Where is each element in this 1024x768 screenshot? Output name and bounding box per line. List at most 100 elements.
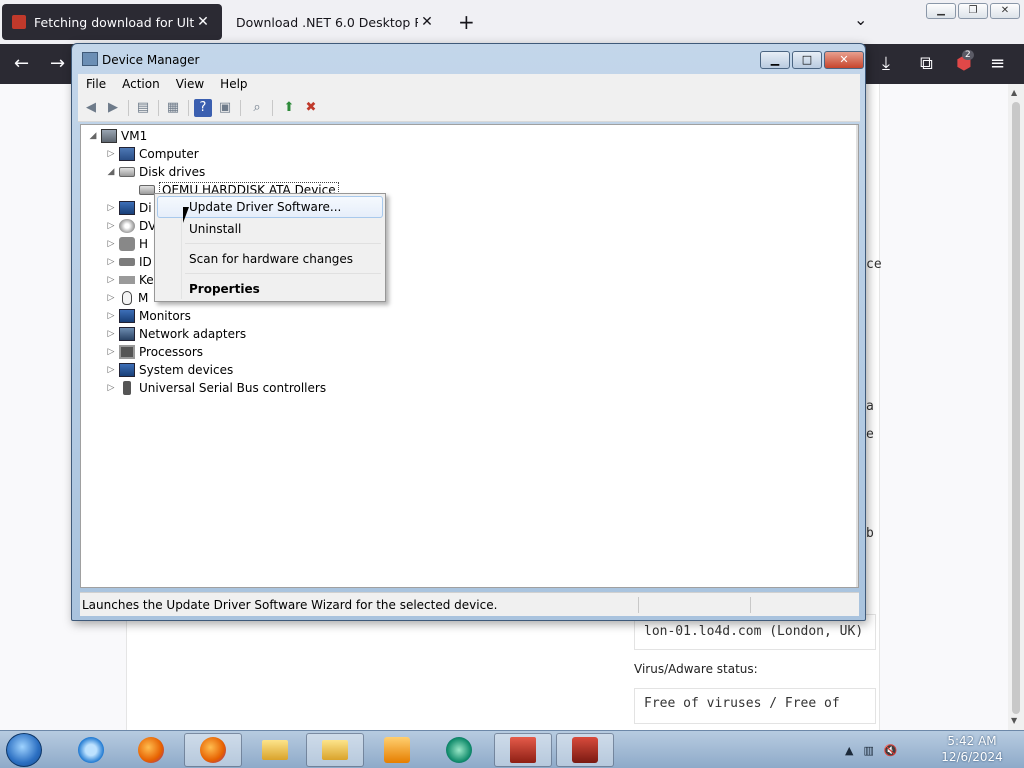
menu-item-properties[interactable]: Properties xyxy=(157,278,383,300)
tab-label: Fetching download for UltraUXThemePatche… xyxy=(34,14,194,30)
taskbar-internet-explorer[interactable] xyxy=(62,733,120,767)
uninstall-icon[interactable]: ✖ xyxy=(302,99,320,117)
menu-help[interactable]: Help xyxy=(212,77,255,91)
list-all-tabs-icon[interactable]: ⌄ xyxy=(854,10,867,29)
expand-arrow-icon[interactable]: ▷ xyxy=(105,239,117,249)
collapse-arrow-icon[interactable]: ◢ xyxy=(87,131,99,141)
taskbar-file-explorer[interactable] xyxy=(246,733,304,767)
expand-arrow-icon[interactable]: ▷ xyxy=(105,275,117,285)
menu-action[interactable]: Action xyxy=(114,77,168,91)
volume-muted-icon[interactable]: 🔇 xyxy=(884,744,898,757)
scrollbar-thumb[interactable] xyxy=(1012,102,1020,714)
usb-icon xyxy=(123,381,131,395)
tree-item-dvd-drives[interactable]: ▷ DV xyxy=(105,217,156,235)
show-hidden-icons-icon[interactable]: ▲ xyxy=(845,744,853,757)
expand-arrow-icon[interactable]: ▷ xyxy=(105,311,117,321)
menu-separator xyxy=(185,243,381,244)
tree-root[interactable]: ◢ VM1 xyxy=(87,127,147,145)
status-text: Launches the Update Driver Software Wiza… xyxy=(82,597,498,612)
app-menu-icon[interactable]: ≡ xyxy=(990,53,1005,74)
device-manager-icon xyxy=(82,52,98,66)
folder-icon xyxy=(322,740,348,760)
browser-close-button[interactable]: ✕ xyxy=(990,3,1020,19)
update-driver-icon[interactable]: ⬆ xyxy=(280,99,298,117)
expand-arrow-icon[interactable]: ▷ xyxy=(105,149,117,159)
clock-time: 5:42 AM xyxy=(947,734,997,748)
tree-item-display-adapters[interactable]: ▷ Di xyxy=(105,199,152,217)
downloads-icon[interactable]: ⤓ xyxy=(882,53,890,74)
expand-arrow-icon[interactable]: ▷ xyxy=(105,329,117,339)
start-button[interactable] xyxy=(6,733,42,767)
taskbar-toolbox[interactable] xyxy=(556,733,614,767)
tree-item-computer[interactable]: ▷ Computer xyxy=(105,145,199,163)
tree-item-label: Di xyxy=(139,201,152,215)
menu-item-scan-hardware[interactable]: Scan for hardware changes xyxy=(157,248,383,270)
taskbar-firefox[interactable] xyxy=(122,733,180,767)
forward-icon[interactable]: ▶ xyxy=(104,99,122,117)
back-arrow-icon[interactable]: ← xyxy=(14,53,29,74)
tree-item-label: H xyxy=(139,237,149,251)
expand-arrow-icon[interactable]: ▷ xyxy=(105,221,117,231)
expand-arrow-icon[interactable]: ▷ xyxy=(105,293,117,303)
tree-item-processors[interactable]: ▷ Processors xyxy=(105,343,203,361)
tree-item-label: Processors xyxy=(139,345,204,359)
tab-dotnet-download[interactable]: Download .NET 6.0 Desktop Runtime ✕ xyxy=(226,4,446,40)
expand-arrow-icon[interactable]: ▷ xyxy=(105,257,117,267)
forward-arrow-icon[interactable]: → xyxy=(50,53,65,74)
close-tab-icon[interactable]: ✕ xyxy=(418,14,436,30)
taskbar-device-manager[interactable] xyxy=(494,733,552,767)
clock[interactable]: 5:42 AM 12/6/2024 xyxy=(932,733,1012,765)
tab-fetching-download[interactable]: Fetching download for UltraUXThemePatche… xyxy=(2,4,222,40)
display-adapter-icon xyxy=(119,201,135,215)
browser-restore-button[interactable]: ❐ xyxy=(958,3,988,19)
scroll-down-icon[interactable]: ▼ xyxy=(1011,716,1017,725)
keyboard-icon xyxy=(119,276,135,284)
maximize-button[interactable]: □ xyxy=(792,51,822,69)
toolbar: ◀ ▶ ▤ ▦ ? ▣ ⌕ ⬆ ✖ xyxy=(78,94,860,122)
taskbar-media-player[interactable] xyxy=(368,733,426,767)
monitor-icon xyxy=(119,309,135,323)
expand-arrow-icon[interactable]: ▷ xyxy=(105,347,117,357)
page-scrollbar[interactable]: ▲ ▼ xyxy=(1008,84,1024,730)
expand-arrow-icon[interactable]: ▷ xyxy=(105,383,117,393)
network-icon[interactable]: ▥ xyxy=(863,744,873,757)
menu-file[interactable]: File xyxy=(78,77,114,91)
tree-item-mice[interactable]: ▷ M xyxy=(105,289,148,307)
dm-title-bar[interactable]: Device Manager ▁ □ ✕ xyxy=(72,44,865,74)
tree-scroll-edge xyxy=(856,125,858,587)
close-tab-icon[interactable]: ✕ xyxy=(194,14,212,30)
browser-minimize-button[interactable]: ▁ xyxy=(926,3,956,19)
tree-item-network-adapters[interactable]: ▷ Network adapters xyxy=(105,325,246,343)
tree-item-hid[interactable]: ▷ H xyxy=(105,235,148,253)
minimize-button[interactable]: ▁ xyxy=(760,51,790,69)
browser-tab-bar: Fetching download for UltraUXThemePatche… xyxy=(0,0,1024,44)
show-hide-console-tree-icon[interactable]: ▤ xyxy=(134,99,152,117)
tree-item-keyboards[interactable]: ▷ Ke xyxy=(105,271,154,289)
toolbox-icon xyxy=(572,737,598,763)
action-pane-icon[interactable]: ▣ xyxy=(216,99,234,117)
taskbar-green-app[interactable] xyxy=(430,733,488,767)
tree-item-monitors[interactable]: ▷ Monitors xyxy=(105,307,191,325)
tree-item-usb-controllers[interactable]: ▷ Universal Serial Bus controllers xyxy=(105,379,326,397)
menu-view[interactable]: View xyxy=(168,77,212,91)
scroll-up-icon[interactable]: ▲ xyxy=(1011,88,1017,97)
help-icon[interactable]: ? xyxy=(194,99,212,117)
tree-item-system-devices[interactable]: ▷ System devices xyxy=(105,361,233,379)
collapse-arrow-icon[interactable]: ◢ xyxy=(105,167,117,177)
new-tab-button[interactable]: + xyxy=(458,10,475,34)
tree-item-disk-drives[interactable]: ◢ Disk drives xyxy=(105,163,206,181)
menu-separator xyxy=(185,273,381,274)
site-favicon-icon xyxy=(12,15,26,29)
extensions-icon[interactable]: ⧉ xyxy=(920,53,933,74)
scan-hardware-icon[interactable]: ⌕ xyxy=(248,99,266,117)
tree-item-ide[interactable]: ▷ ID xyxy=(105,253,152,271)
expand-arrow-icon[interactable]: ▷ xyxy=(105,365,117,375)
expand-arrow-icon[interactable]: ▷ xyxy=(105,203,117,213)
menu-bar: File Action View Help xyxy=(78,74,860,94)
taskbar-firefox-window[interactable] xyxy=(184,733,242,767)
back-icon[interactable]: ◀ xyxy=(82,99,100,117)
taskbar-file-explorer-window[interactable] xyxy=(306,733,364,767)
close-button[interactable]: ✕ xyxy=(824,51,864,69)
properties-icon[interactable]: ▦ xyxy=(164,99,182,117)
tree-item-label: Network adapters xyxy=(139,327,247,341)
